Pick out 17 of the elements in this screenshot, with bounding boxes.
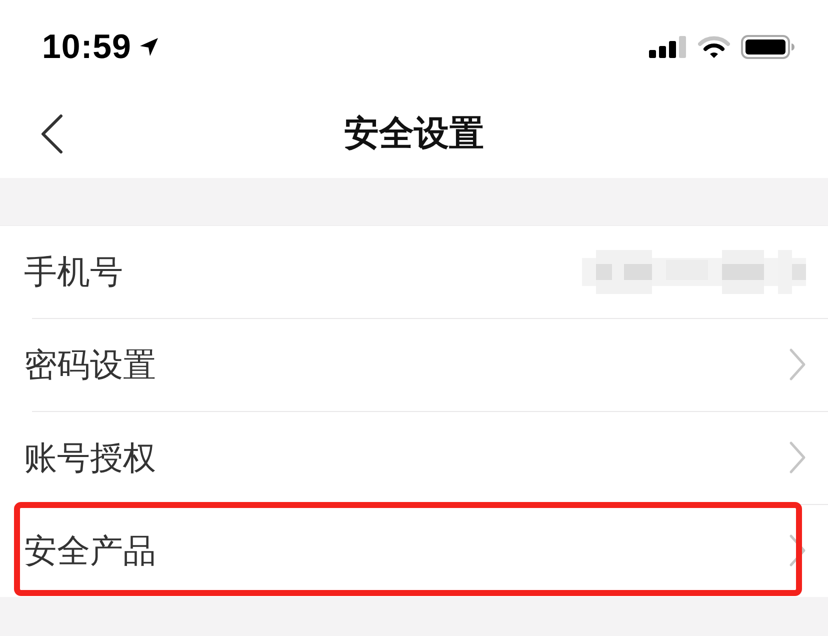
chevron-right-icon — [789, 441, 806, 474]
row-label: 安全产品 — [24, 530, 157, 570]
page-title: 安全设置 — [343, 113, 485, 155]
wifi-icon — [698, 36, 730, 58]
settings-row[interactable]: 账号授权 — [0, 411, 828, 504]
row-label: 密码设置 — [24, 344, 157, 384]
chevron-right-icon — [789, 348, 806, 381]
signal-icon — [649, 36, 687, 58]
location-arrow-icon — [139, 37, 160, 57]
settings-row[interactable]: 手机号 — [0, 225, 828, 318]
row-label: 账号授权 — [24, 438, 157, 478]
battery-icon — [741, 35, 795, 59]
settings-row[interactable]: 密码设置 — [0, 318, 828, 411]
row-label: 手机号 — [24, 252, 124, 292]
status-time: 10:59 — [42, 30, 132, 64]
settings-row[interactable]: 安全产品 — [0, 504, 828, 597]
chevron-right-icon — [789, 534, 806, 567]
